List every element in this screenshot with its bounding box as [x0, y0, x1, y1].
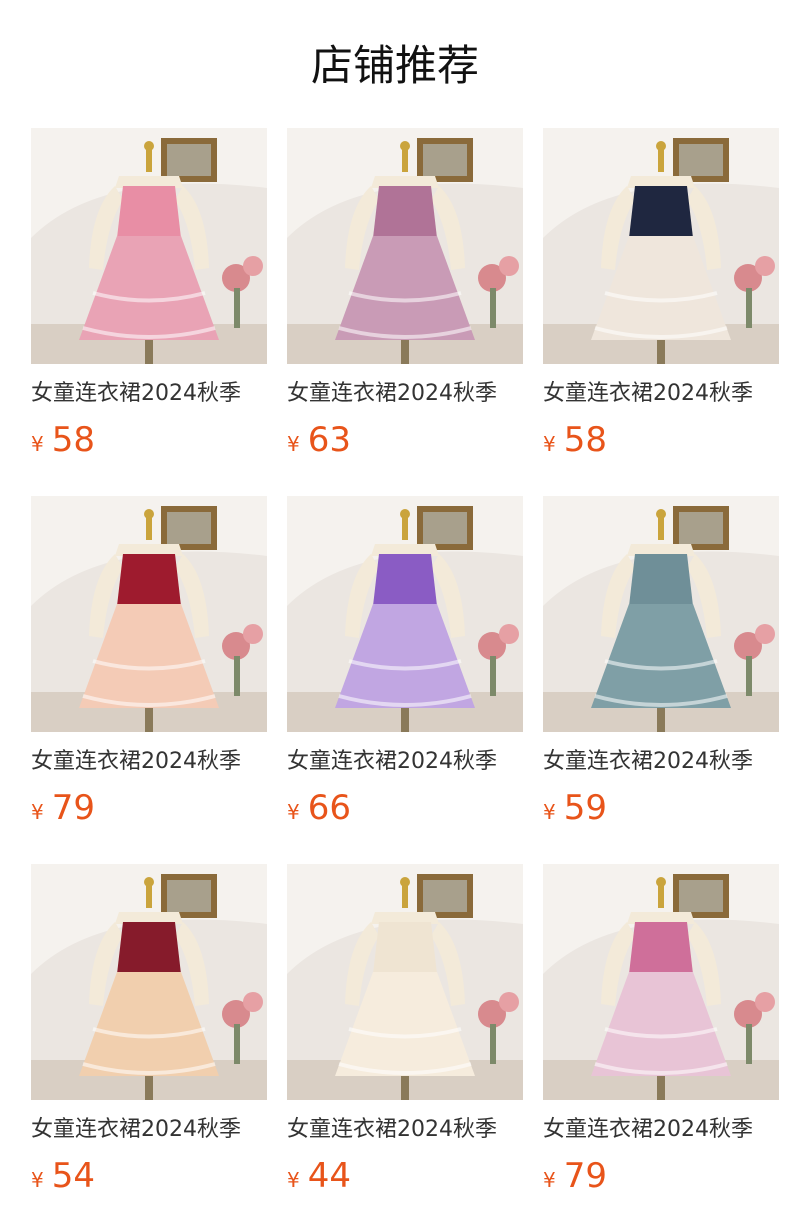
product-card[interactable]: 女童连衣裙2024秋季 ¥ 44 [287, 864, 523, 1232]
product-price: ¥ 58 [543, 418, 607, 462]
product-name[interactable]: 女童连衣裙2024秋季 [543, 1114, 779, 1146]
currency-symbol: ¥ [31, 800, 44, 824]
product-image[interactable] [31, 864, 267, 1100]
currency-symbol: ¥ [31, 432, 44, 456]
product-price: ¥ 54 [31, 1154, 95, 1198]
product-image[interactable] [543, 496, 779, 732]
product-name[interactable]: 女童连衣裙2024秋季 [287, 1114, 523, 1146]
product-price: ¥ 59 [543, 786, 607, 830]
product-image[interactable] [543, 864, 779, 1100]
price-amount: 63 [307, 420, 351, 460]
product-card[interactable]: 女童连衣裙2024秋季 ¥ 59 [543, 496, 779, 864]
currency-symbol: ¥ [287, 800, 300, 824]
product-image[interactable] [31, 128, 267, 364]
pink-sequin-tulle-dress-photo [543, 864, 779, 1100]
product-card[interactable]: 女童连衣裙2024秋季 ¥ 66 [287, 496, 523, 864]
product-card[interactable]: 女童连衣裙2024秋季 ¥ 63 [287, 128, 523, 496]
product-price: ¥ 44 [287, 1154, 351, 1198]
product-price: ¥ 79 [31, 786, 95, 830]
product-grid: 女童连衣裙2024秋季 ¥ 58 女童连衣裙2024秋季 ¥ 63 女童连衣裙2… [31, 128, 779, 1232]
product-card[interactable]: 女童连衣裙2024秋季 ¥ 54 [31, 864, 267, 1232]
product-name[interactable]: 女童连衣裙2024秋季 [31, 1114, 267, 1146]
navy-sequin-tulle-dress-photo [543, 128, 779, 364]
product-image[interactable] [31, 496, 267, 732]
product-card[interactable]: 女童连衣裙2024秋季 ¥ 79 [31, 496, 267, 864]
product-card[interactable]: 女童连衣裙2024秋季 ¥ 58 [543, 128, 779, 496]
currency-symbol: ¥ [287, 432, 300, 456]
product-name[interactable]: 女童连衣裙2024秋季 [31, 378, 267, 410]
product-name[interactable]: 女童连衣裙2024秋季 [543, 746, 779, 778]
product-name[interactable]: 女童连衣裙2024秋季 [287, 746, 523, 778]
product-price: ¥ 79 [543, 1154, 607, 1198]
price-amount: 79 [51, 788, 95, 828]
product-card[interactable]: 女童连衣裙2024秋季 ¥ 79 [543, 864, 779, 1232]
product-image[interactable] [287, 496, 523, 732]
teal-tulle-dress-photo [543, 496, 779, 732]
currency-symbol: ¥ [543, 800, 556, 824]
price-amount: 66 [307, 788, 351, 828]
price-amount: 58 [563, 420, 607, 460]
currency-symbol: ¥ [31, 1168, 44, 1192]
price-amount: 79 [563, 1156, 607, 1196]
pink-tiered-dress-photo [31, 128, 267, 364]
product-name[interactable]: 女童连衣裙2024秋季 [543, 378, 779, 410]
purple-sequin-tiered-dress-photo [287, 496, 523, 732]
burgundy-collar-tulle-dress-photo [31, 864, 267, 1100]
product-price: ¥ 58 [31, 418, 95, 462]
burgundy-velvet-tiered-dress-photo [31, 496, 267, 732]
mauve-ruffle-dress-photo [287, 128, 523, 364]
price-amount: 58 [51, 420, 95, 460]
product-name[interactable]: 女童连衣裙2024秋季 [287, 378, 523, 410]
product-card[interactable]: 女童连衣裙2024秋季 ¥ 58 [31, 128, 267, 496]
currency-symbol: ¥ [287, 1168, 300, 1192]
page-title: 店铺推荐 [310, 41, 479, 90]
product-image[interactable] [287, 864, 523, 1100]
currency-symbol: ¥ [543, 432, 556, 456]
product-price: ¥ 63 [287, 418, 351, 462]
product-price: ¥ 66 [287, 786, 351, 830]
price-amount: 54 [51, 1156, 95, 1196]
currency-symbol: ¥ [543, 1168, 556, 1192]
cream-tiered-dress-photo [287, 864, 523, 1100]
product-name[interactable]: 女童连衣裙2024秋季 [31, 746, 267, 778]
product-image[interactable] [543, 128, 779, 364]
price-amount: 44 [307, 1156, 351, 1196]
product-image[interactable] [287, 128, 523, 364]
price-amount: 59 [563, 788, 607, 828]
